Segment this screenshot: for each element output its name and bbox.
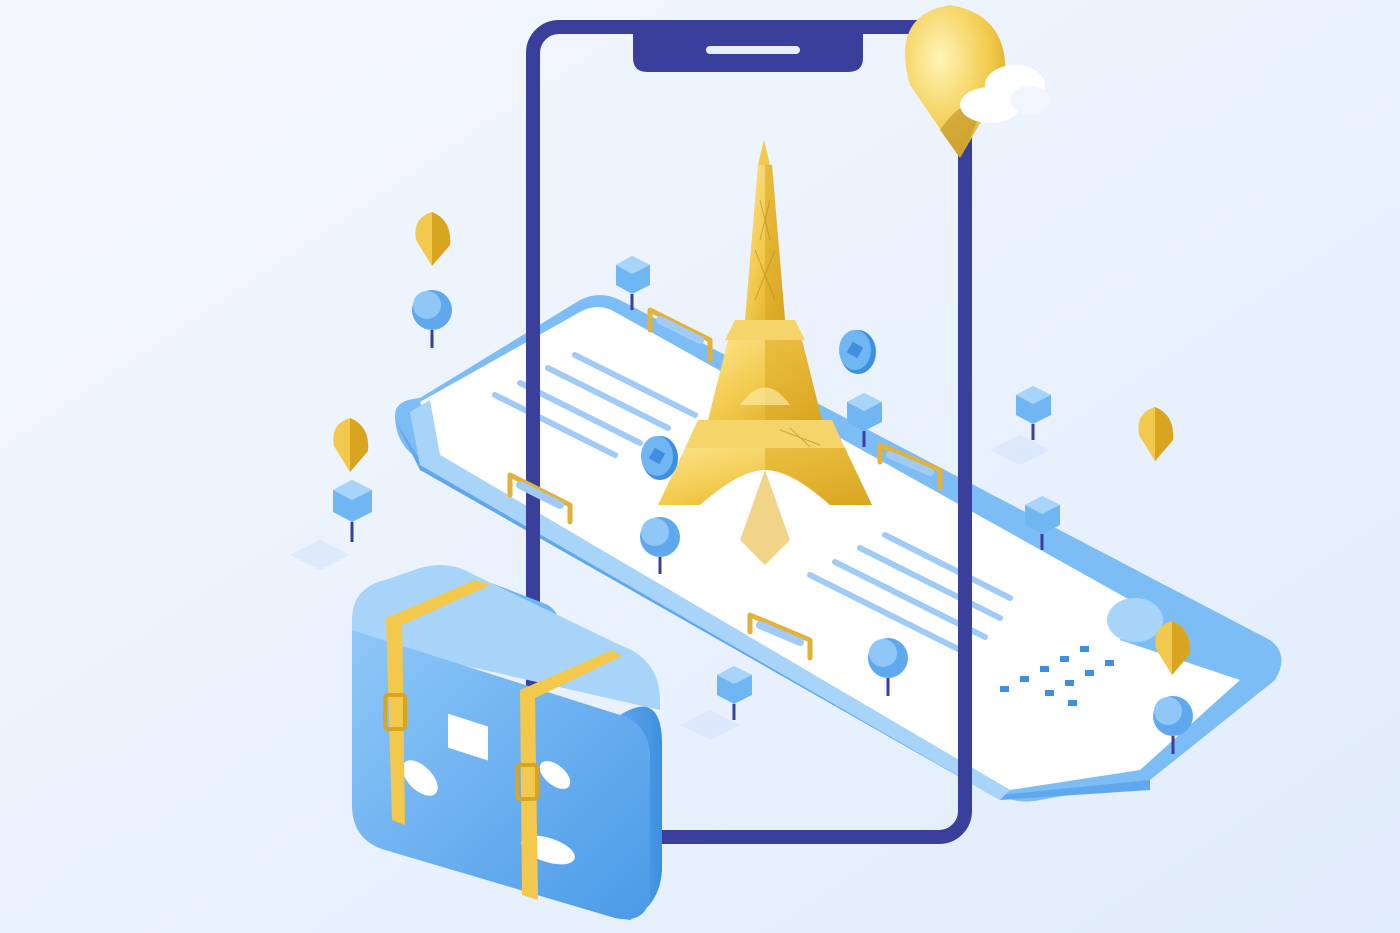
illustration-scene xyxy=(0,0,1400,933)
illustration-svg xyxy=(0,0,1400,933)
